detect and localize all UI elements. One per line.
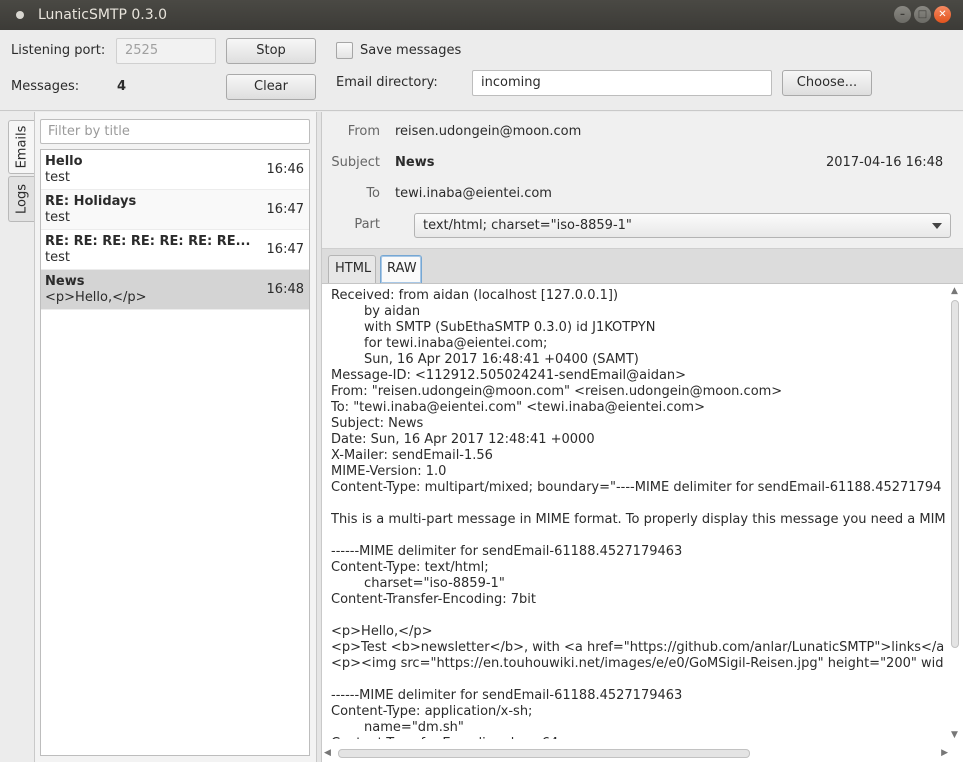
choose-button[interactable]: Choose... [782, 70, 872, 96]
list-item[interactable]: RE: Holidays test 16:47 [41, 190, 309, 230]
subject-label: Subject [331, 155, 380, 170]
tab-html[interactable]: HTML [328, 255, 376, 283]
message-pane: From reisen.udongein@moon.com Subject Ne… [322, 112, 963, 762]
tab-raw[interactable]: RAW [380, 255, 422, 283]
raw-message-text: Received: from aidan (localhost [127.0.0… [331, 288, 946, 739]
list-item[interactable]: RE: RE: RE: RE: RE: RE: RE... test 16:47 [41, 230, 309, 270]
vertical-scroll-thumb[interactable] [951, 300, 959, 648]
chevron-down-icon [932, 223, 942, 229]
part-select-value: text/html; charset="iso-8859-1" [423, 218, 632, 233]
maximize-icon[interactable]: □ [914, 6, 931, 23]
filter-input[interactable]: Filter by title [40, 119, 310, 144]
scroll-right-icon[interactable]: ▶ [941, 748, 948, 758]
scroll-left-icon[interactable]: ◀ [324, 748, 331, 758]
horizontal-scroll-thumb[interactable] [338, 749, 750, 758]
close-icon[interactable]: ✕ [934, 6, 951, 23]
email-title: Hello [45, 154, 83, 169]
window-title: LunaticSMTP 0.3.0 [38, 7, 167, 23]
list-item[interactable]: Hello test 16:46 [41, 150, 309, 190]
list-item[interactable]: News <p>Hello,</p> 16:48 [41, 270, 309, 310]
to-label: To [366, 186, 380, 201]
email-time: 16:47 [266, 202, 304, 217]
email-directory-input[interactable]: incoming [472, 70, 772, 96]
stop-button[interactable]: Stop [226, 38, 316, 64]
email-list: Hello test 16:46 RE: Holidays test 16:47… [40, 149, 310, 756]
raw-message-view[interactable]: Received: from aidan (localhost [127.0.0… [322, 283, 963, 762]
part-select[interactable]: text/html; charset="iso-8859-1" [414, 213, 951, 238]
messages-count: 4 [117, 79, 127, 94]
content-tabs: HTML RAW [322, 248, 963, 283]
email-time: 16:47 [266, 242, 304, 257]
email-time: 16:46 [266, 162, 304, 177]
email-list-pane: Filter by title Hello test 16:46 RE: Hol… [34, 112, 316, 762]
part-label: Part [354, 217, 380, 232]
email-directory-label: Email directory: [336, 75, 438, 90]
subject-value: News [395, 155, 435, 170]
horizontal-scrollbar[interactable]: ◀ ▶ [324, 746, 948, 760]
scroll-down-icon[interactable]: ▼ [951, 730, 958, 740]
clear-button[interactable]: Clear [226, 74, 316, 100]
save-messages-label: Save messages [360, 43, 462, 58]
from-label: From [347, 124, 380, 139]
messages-label: Messages: [11, 79, 80, 94]
date-value: 2017-04-16 16:48 [826, 155, 944, 170]
vertical-scrollbar[interactable]: ▲ ▼ [949, 286, 961, 740]
tab-logs[interactable]: Logs [8, 176, 34, 222]
side-tabs: Emails Logs [0, 112, 34, 762]
email-title: News [45, 274, 85, 289]
email-title: RE: Holidays [45, 194, 137, 209]
save-messages-checkbox[interactable] [336, 42, 353, 59]
to-value: tewi.inaba@eientei.com [395, 186, 552, 201]
email-title: RE: RE: RE: RE: RE: RE: RE... [45, 234, 251, 249]
email-time: 16:48 [266, 282, 304, 297]
port-input[interactable]: 2525 [116, 38, 216, 64]
tab-emails[interactable]: Emails [8, 120, 34, 174]
toolbar: Listening port: 2525 Stop Messages: 4 Cl… [0, 30, 963, 111]
from-value: reisen.udongein@moon.com [395, 124, 582, 139]
app-icon [16, 11, 24, 19]
title-bar: LunaticSMTP 0.3.0 – □ ✕ [0, 0, 963, 30]
minimize-icon[interactable]: – [894, 6, 911, 23]
window-controls: – □ ✕ [894, 6, 951, 23]
tab-emails-label: Emails [14, 125, 29, 169]
tab-logs-label: Logs [14, 184, 29, 214]
scroll-up-icon[interactable]: ▲ [951, 286, 958, 296]
port-label: Listening port: [11, 43, 106, 58]
